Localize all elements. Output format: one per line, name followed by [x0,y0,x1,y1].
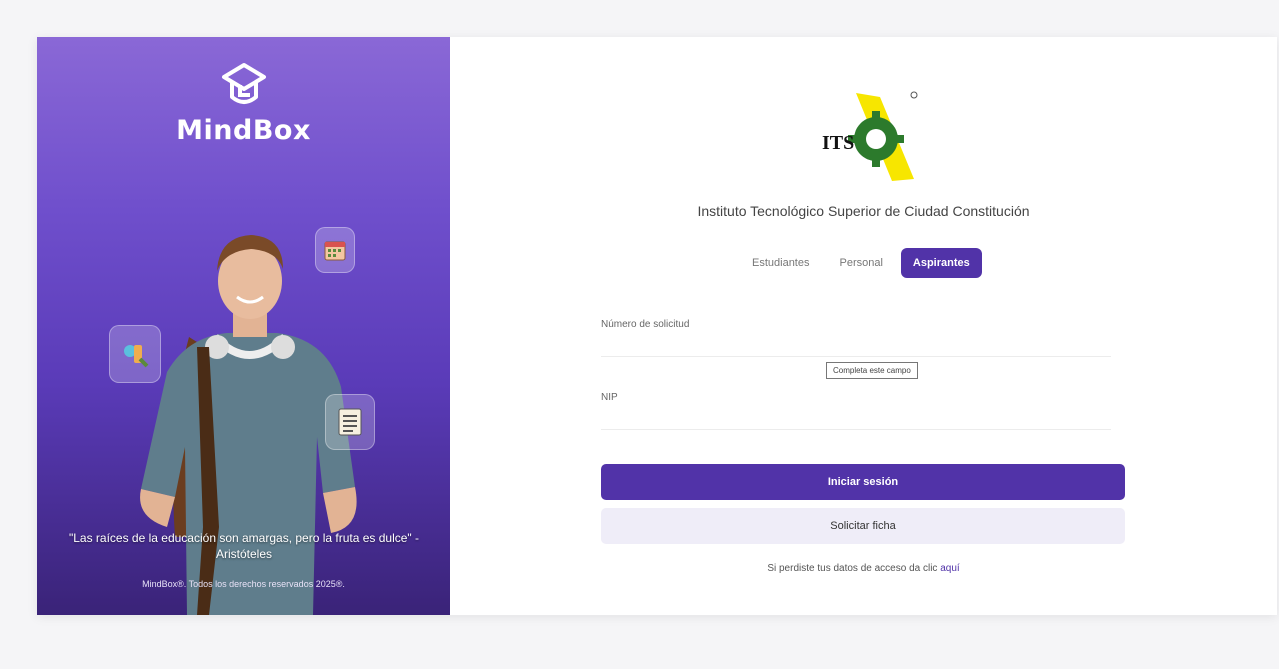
promo-panel: MindBox "Las raíces de la educación son … [37,37,450,615]
tools-icon [109,325,161,383]
forgot-credentials: Si perdiste tus datos de acceso da clic … [450,563,1277,574]
forgot-text: Si perdiste tus datos de acceso da clic [767,563,941,574]
brand: MindBox [37,61,450,146]
validation-tooltip: Completa este campo [826,362,918,379]
nip-input[interactable] [601,408,1111,430]
forgot-link[interactable]: aquí [940,563,959,574]
tab-aspirantes[interactable]: Aspirantes [900,248,982,278]
calendar-icon [315,227,355,273]
solicitud-input[interactable] [601,335,1111,357]
checklist-icon [325,394,375,450]
request-ficha-button[interactable]: Solicitar ficha [601,508,1125,544]
login-card: MindBox "Las raíces de la educación son … [37,37,1277,615]
quote: "Las raíces de la educación son amargas,… [68,531,420,561]
solicitud-label: Número de solicitud [601,319,690,330]
logo-text: ITS [822,132,854,154]
login-button[interactable]: Iniciar sesión [601,464,1125,500]
login-panel: ITS Instituto Tecnológico Superior de Ci… [450,37,1277,615]
nip-label: NIP [601,392,618,403]
user-type-tabs: Estudiantes Personal Aspirantes [740,248,982,278]
tab-personal[interactable]: Personal [827,248,894,278]
graduation-cap-icon [221,63,266,104]
copyright: MindBox®. Todos los derechos reservados … [142,579,345,589]
tab-estudiantes[interactable]: Estudiantes [740,248,821,278]
institution-name: Instituto Tecnológico Superior de Ciudad… [697,203,1030,219]
brand-name: MindBox [176,115,311,146]
institution-logo: ITS [822,91,918,181]
